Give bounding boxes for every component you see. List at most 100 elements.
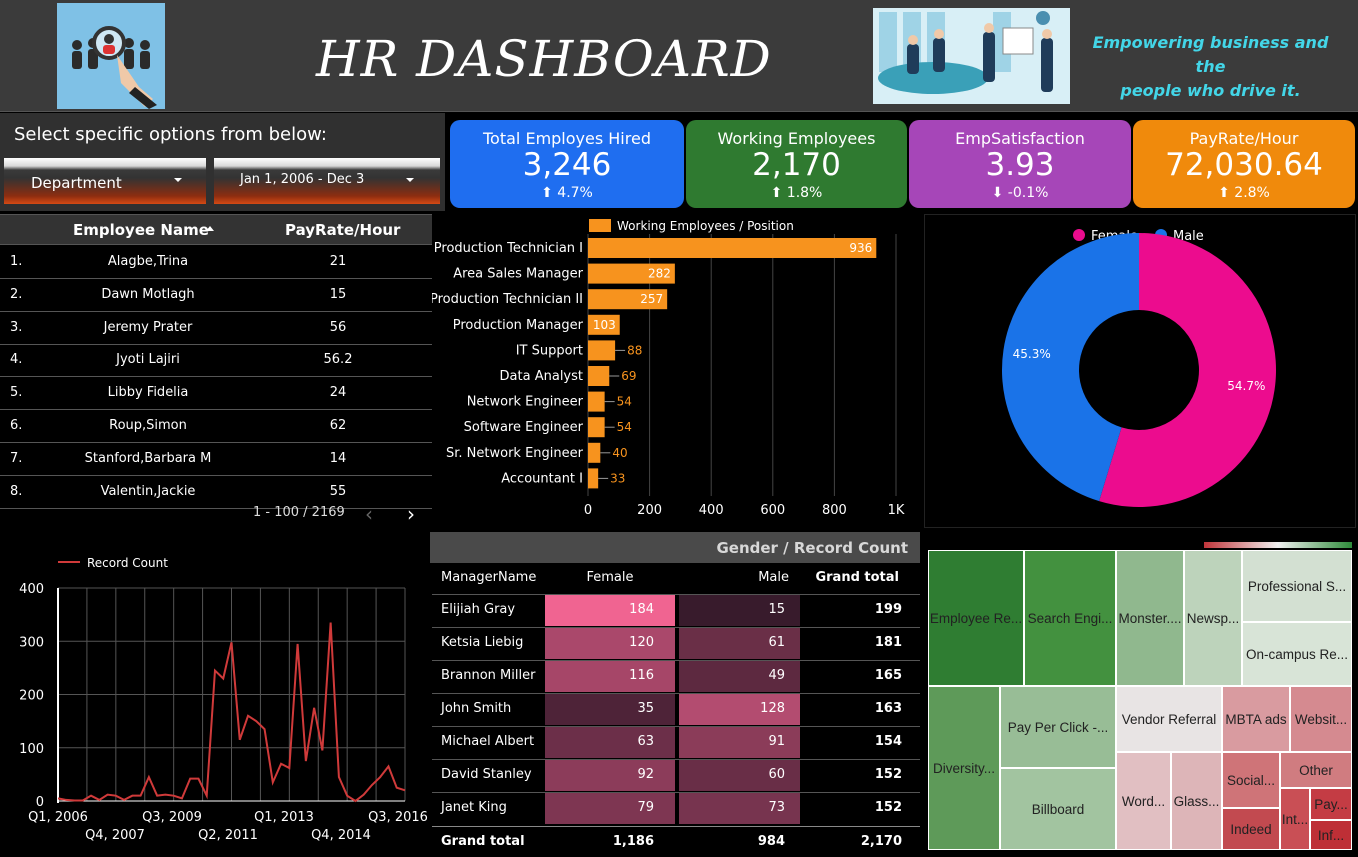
treemap-label: Diversity... <box>932 760 995 776</box>
treemap-cell[interactable]: Pay Per Click -... <box>1000 686 1116 768</box>
treemap-cell[interactable]: Indeed <box>1222 808 1280 850</box>
treemap-label: Newsp... <box>1186 610 1240 626</box>
table-row[interactable]: 3. Jeremy Prater 56 <box>0 312 432 345</box>
treemap-cell[interactable]: Billboard <box>1000 768 1116 850</box>
data-label: 54 <box>617 420 632 434</box>
kpi-delta-value: 1.8% <box>786 185 823 201</box>
previous-page-icon[interactable]: ‹ <box>365 502 373 526</box>
table-row[interactable]: 6. Roup,Simon 62 <box>0 410 432 443</box>
grand-total: 165 <box>874 668 902 683</box>
x-tick-label: Q2, 2011 <box>198 828 258 843</box>
legend-swatch <box>589 219 611 232</box>
data-label: 936 <box>849 241 872 255</box>
male-total: 984 <box>757 834 785 849</box>
filter-prompt: Select specific options from below: <box>14 124 327 145</box>
x-tick-label: 600 <box>760 503 785 518</box>
employee-name: Alagbe,Trina <box>107 254 189 269</box>
treemap-cell[interactable]: Social... <box>1222 752 1280 808</box>
legend-label: Working Employees / Position <box>617 219 794 233</box>
bar <box>588 468 599 489</box>
x-tick-label: 1K <box>888 503 905 518</box>
treemap-cell[interactable]: Vendor Referral <box>1116 686 1222 752</box>
treemap-cell[interactable]: Glass... <box>1171 752 1222 850</box>
female-count: 63 <box>637 734 654 749</box>
treemap-label: Indeed <box>1230 821 1272 837</box>
y-tick-label: 200 <box>19 689 44 704</box>
column-header: Grand total <box>815 570 899 585</box>
date-range-label: Jan 1, 2006 - Dec 3 <box>240 172 365 187</box>
grand-total: 181 <box>874 635 902 650</box>
treemap-cell[interactable]: Professional S... <box>1242 550 1352 622</box>
department-dropdown[interactable]: Department <box>4 158 206 204</box>
treemap-cell[interactable]: Diversity... <box>928 686 1000 850</box>
record-count-line-chart: Record Count 0 100 200 300 400 Q1, 2006 Q3, 200… <box>0 540 430 857</box>
category-label: Production Technician II <box>432 292 583 307</box>
treemap-cell[interactable]: Inf... <box>1310 820 1352 850</box>
treemap-label: Glass... <box>1173 793 1220 809</box>
treemap-cell[interactable]: Newsp... <box>1184 550 1242 686</box>
table-row[interactable]: 5. Libby Fidelia 24 <box>0 377 432 411</box>
employee-name: Dawn Motlagh <box>101 286 195 302</box>
x-tick-label: 400 <box>699 503 724 518</box>
treemap-label: Monster.... <box>1118 610 1182 626</box>
kpi-value: 3,246 <box>522 147 612 183</box>
table-row[interactable]: 7. Stanford,Barbara M 14 <box>0 443 432 476</box>
treemap-label: On-campus Re... <box>1245 646 1349 662</box>
x-tick-label: Q3, 2009 <box>142 810 202 825</box>
male-count: 60 <box>768 767 785 782</box>
treemap-cell[interactable]: MBTA ads <box>1222 686 1290 752</box>
treemap-cell[interactable]: Pay... <box>1310 788 1352 820</box>
arrow-up-icon: ⬆ <box>1218 185 1230 201</box>
treemap-label: Other <box>1299 762 1333 778</box>
employee-table-header: Employee Name PayRate/Hour <box>0 214 432 245</box>
treemap-cell[interactable]: Monster.... <box>1116 550 1184 686</box>
data-label: 257 <box>640 292 663 306</box>
treemap-cell[interactable]: Websit... <box>1290 686 1352 752</box>
donut-chart-svg: FemaleMale54.7%45.3% <box>1002 229 1276 507</box>
kpi-payrate: PayRate/Hour 72,030.64 ⬆ 2.8% <box>1133 120 1355 208</box>
x-tick-label: Q4, 2007 <box>85 828 145 843</box>
kpi-delta: ⬆ 1.8% <box>686 185 907 201</box>
kpi-delta-value: -0.1% <box>1007 185 1049 201</box>
treemap-label: Employee Re... <box>929 610 1023 626</box>
kpi-label: EmpSatisfaction <box>955 129 1085 148</box>
table-row[interactable]: 4. Jyoti Lajiri 56.2 <box>0 344 432 378</box>
gender-donut-chart: FemaleMale54.7%45.3% <box>924 214 1356 528</box>
treemap-cell[interactable]: Employee Re... <box>928 550 1024 686</box>
table-row[interactable]: 2. Dawn Motlagh 15 <box>0 279 432 312</box>
treemap-cell[interactable]: Word... <box>1116 752 1171 850</box>
date-range-dropdown[interactable]: Jan 1, 2006 - Dec 3 <box>214 158 440 204</box>
treemap-label: MBTA ads <box>1225 711 1287 727</box>
column-header: ManagerName <box>441 570 537 585</box>
table-row[interactable]: 1. Alagbe,Trina 21 <box>0 246 432 279</box>
data-label: 33 <box>610 471 625 485</box>
employee-payrate: 24 <box>329 385 347 401</box>
pagination-range: 1 - 100 / 2169 <box>253 505 345 520</box>
treemap-cell[interactable]: On-campus Re... <box>1242 622 1352 686</box>
tagline-line-1: Empowering business and the <box>1092 33 1329 76</box>
x-tick-label: 0 <box>584 503 592 518</box>
sort-ascending-icon[interactable] <box>206 226 214 231</box>
arrow-up-icon: ⬆ <box>541 185 553 201</box>
manager-name: Ketsia Liebig <box>441 635 524 650</box>
category-label: Software Engineer <box>464 420 584 435</box>
manager-name: Michael Albert <box>441 734 535 749</box>
treemap-cell[interactable]: Int... <box>1280 788 1310 850</box>
category-label: IT Support <box>516 343 583 358</box>
column-payrate[interactable]: PayRate/Hour <box>285 221 400 239</box>
arrow-up-icon: ⬆ <box>770 185 783 201</box>
data-label: 40 <box>612 446 627 460</box>
kpi-working-employees: Working Employees 2,170 ⬆ 1.8% <box>686 120 907 208</box>
next-page-icon[interactable]: › <box>407 502 415 526</box>
female-total: 1,186 <box>612 834 654 849</box>
legend-label: Record Count <box>87 556 168 570</box>
grand-total: 152 <box>874 800 902 815</box>
treemap-label: Pay Per Click -... <box>1007 719 1109 735</box>
slice-label: 45.3% <box>1013 347 1051 361</box>
y-tick-label: 400 <box>19 582 44 597</box>
treemap-cell[interactable]: Search Engi... <box>1024 550 1116 686</box>
arrow-down-icon: ⬇ <box>991 185 1004 201</box>
data-label: 54 <box>617 395 632 409</box>
column-employee-name[interactable]: Employee Name <box>73 221 209 239</box>
treemap-cell[interactable]: Other <box>1280 752 1352 788</box>
